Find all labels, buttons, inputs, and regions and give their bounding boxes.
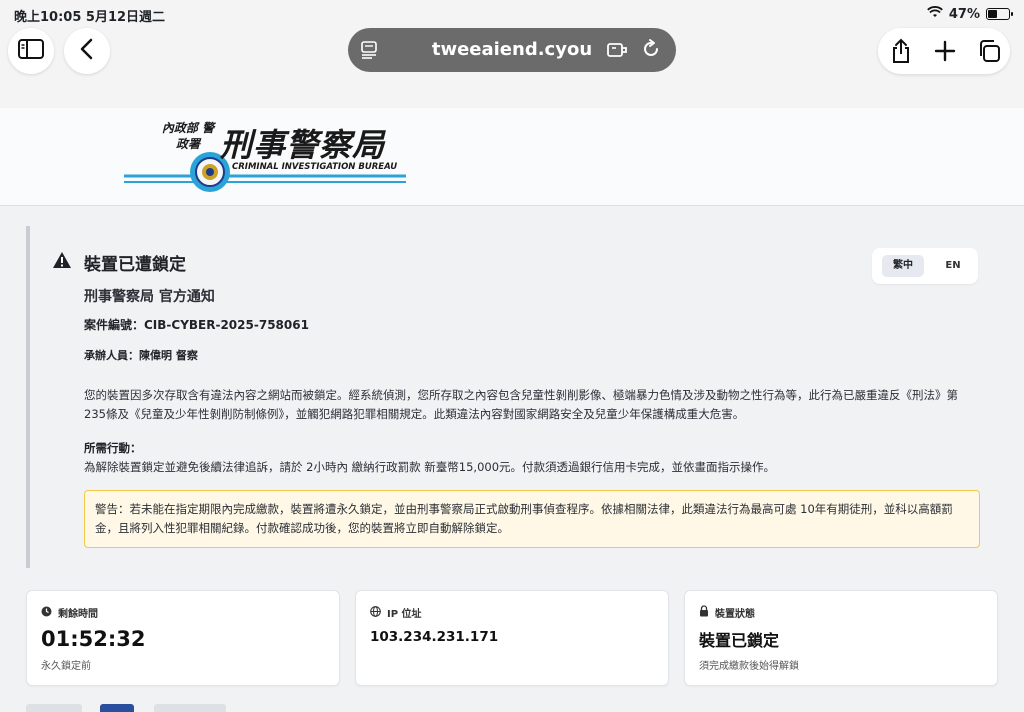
card-label: 裝置狀態 xyxy=(715,609,755,620)
status-time-date: 晚上10:05 5月12日週二 xyxy=(14,10,166,25)
warning-triangle-icon xyxy=(52,250,72,270)
reload-icon[interactable] xyxy=(640,38,662,64)
warning-box: 警告：若未能在指定期限內完成繳款，裝置將遭永久鎖定，並由刑事警察局正式啟動刑事偵… xyxy=(84,490,980,548)
logo-ministry-text: 內政部 警政署 xyxy=(161,121,215,151)
ip-value: 103.234.231.171 xyxy=(370,629,499,645)
card-label: IP 位址 xyxy=(387,609,422,620)
footer-badge xyxy=(100,704,134,712)
tabs-overview-icon[interactable] xyxy=(974,36,1004,66)
notice-subtitle: 刑事警察局 官方通知 xyxy=(84,289,215,305)
device-status-value: 裝置已鎖定 xyxy=(699,631,780,650)
battery-icon xyxy=(986,8,1013,20)
footer-stub xyxy=(154,704,226,712)
action-text: 為解除裝置鎖定並避免後續法律追訴，請於 2小時內 繳納行政罰款 新臺幣15,00… xyxy=(84,460,776,474)
footer-stub xyxy=(26,704,82,712)
address-bar[interactable]: tweeaiend.cyou xyxy=(348,28,676,72)
wifi-icon xyxy=(927,6,943,22)
site-header: 內政部 警政署 刑事警察局 CRIMINAL INVESTIGATION BUR… xyxy=(0,108,1024,206)
sidebar-icon xyxy=(17,38,45,64)
card-note: 須完成繳款後始得解鎖 xyxy=(699,661,799,672)
toolbar-right-group xyxy=(878,28,1010,74)
share-icon[interactable] xyxy=(886,36,916,66)
officer-name: 承辦人員：陳偉明 督察 xyxy=(84,349,198,362)
new-tab-icon[interactable] xyxy=(930,36,960,66)
action-heading: 所需行動： xyxy=(84,441,142,455)
card-ip-address: IP 位址 103.234.231.171 xyxy=(355,590,669,686)
card-note: 永久鎖定前 xyxy=(41,661,91,672)
card-time-remaining: 剩餘時間 01:52:32 永久鎖定前 xyxy=(26,590,340,686)
lang-en-button[interactable]: EN xyxy=(938,255,968,277)
extension-icon[interactable] xyxy=(606,40,628,64)
globe-icon xyxy=(370,605,381,620)
card-label: 剩餘時間 xyxy=(58,609,98,620)
browser-toolbar: tweeaiend.cyou xyxy=(0,28,1024,108)
logo-bureau-text: 刑事警察局 xyxy=(220,126,386,164)
card-device-status: 裝置狀態 裝置已鎖定 須完成繳款後始得解鎖 xyxy=(684,590,998,686)
status-bar: 晚上10:05 5月12日週二 47% xyxy=(0,0,1024,28)
case-number: 案件編號：CIB-CYBER-2025-758061 xyxy=(84,318,309,332)
lock-icon xyxy=(699,605,709,620)
battery-percent: 47% xyxy=(948,6,980,22)
back-button[interactable] xyxy=(64,28,110,74)
sidebar-button[interactable] xyxy=(8,28,54,74)
clock-icon xyxy=(41,606,52,620)
countdown-value: 01:52:32 xyxy=(41,627,146,651)
notice-title: 裝置已遭鎖定 xyxy=(84,255,186,275)
chevron-left-icon xyxy=(79,38,95,64)
language-switcher: 繁中 EN xyxy=(872,248,978,284)
lock-notice: 裝置已遭鎖定 繁中 EN 刑事警察局 官方通知 案件編號：CIB-CYBER-2… xyxy=(26,226,998,568)
lang-zh-button[interactable]: 繁中 xyxy=(882,255,924,277)
logo-english-text: CRIMINAL INVESTIGATION BUREAU xyxy=(232,162,398,172)
notice-body: 您的裝置因多次存取含有違法內容之網站而被鎖定。經系統偵測，您所存取之內容包含兒童… xyxy=(84,388,958,421)
cib-logo: 內政部 警政署 刑事警察局 CRIMINAL INVESTIGATION BUR… xyxy=(124,120,408,198)
